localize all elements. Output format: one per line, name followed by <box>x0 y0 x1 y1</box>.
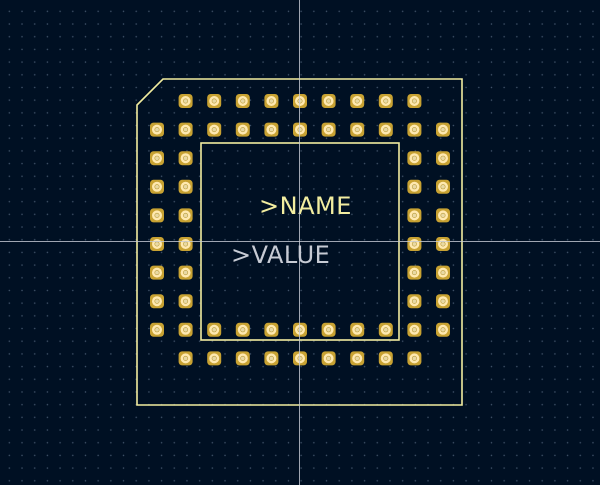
pad[interactable] <box>436 322 450 337</box>
pad[interactable] <box>407 237 422 251</box>
name-field-text[interactable]: >NAME <box>259 192 352 220</box>
footprint-view: >NAME >VALUE <box>0 0 600 485</box>
pad[interactable] <box>207 322 222 337</box>
pad[interactable] <box>321 122 336 137</box>
pad[interactable] <box>407 351 422 366</box>
pad[interactable] <box>436 151 450 166</box>
pad[interactable] <box>350 94 365 108</box>
pad[interactable] <box>321 322 336 337</box>
pad[interactable] <box>350 122 365 137</box>
pad[interactable] <box>150 322 164 337</box>
pad[interactable] <box>150 237 164 251</box>
pad[interactable] <box>150 151 164 166</box>
pad[interactable] <box>178 179 193 194</box>
pad[interactable] <box>235 351 250 366</box>
pad[interactable] <box>150 208 164 223</box>
pad[interactable] <box>378 122 393 137</box>
pad[interactable] <box>178 351 193 366</box>
pad[interactable] <box>407 151 422 166</box>
pad[interactable] <box>150 122 164 137</box>
pad[interactable] <box>436 208 450 223</box>
pad[interactable] <box>407 122 422 137</box>
pad[interactable] <box>321 351 336 366</box>
crosshair-icon <box>0 0 600 485</box>
pad[interactable] <box>407 94 422 108</box>
pad[interactable] <box>264 122 279 137</box>
value-field-text[interactable]: >VALUE <box>231 241 330 269</box>
pad[interactable] <box>235 94 250 108</box>
pad[interactable] <box>407 294 422 309</box>
pad[interactable] <box>378 94 393 108</box>
pad[interactable] <box>436 265 450 280</box>
pad[interactable] <box>264 322 279 337</box>
pad[interactable] <box>407 322 422 337</box>
pad[interactable] <box>436 237 450 251</box>
pad[interactable] <box>178 151 193 166</box>
pad[interactable] <box>207 351 222 366</box>
pad[interactable] <box>207 94 222 108</box>
pad[interactable] <box>178 208 193 223</box>
pad[interactable] <box>407 179 422 194</box>
pad[interactable] <box>378 351 393 366</box>
pad[interactable] <box>207 122 222 137</box>
pad[interactable] <box>178 237 193 251</box>
pad[interactable] <box>321 94 336 108</box>
pad[interactable] <box>436 122 450 137</box>
pad[interactable] <box>264 351 279 366</box>
pad[interactable] <box>178 322 193 337</box>
pad[interactable] <box>150 294 164 309</box>
pad[interactable] <box>264 94 279 108</box>
pad[interactable] <box>378 322 393 337</box>
pad[interactable] <box>350 351 365 366</box>
pcb-editor-canvas[interactable]: >NAME >VALUE <box>0 0 600 485</box>
pad[interactable] <box>350 322 365 337</box>
pad[interactable] <box>150 265 164 280</box>
pad[interactable] <box>150 179 164 194</box>
pad[interactable] <box>235 322 250 337</box>
pad[interactable] <box>436 179 450 194</box>
pad[interactable] <box>178 122 193 137</box>
pad[interactable] <box>178 94 193 108</box>
pad[interactable] <box>436 294 450 309</box>
pad[interactable] <box>235 122 250 137</box>
pad[interactable] <box>178 265 193 280</box>
pad[interactable] <box>407 208 422 223</box>
pad[interactable] <box>178 294 193 309</box>
pad[interactable] <box>407 265 422 280</box>
